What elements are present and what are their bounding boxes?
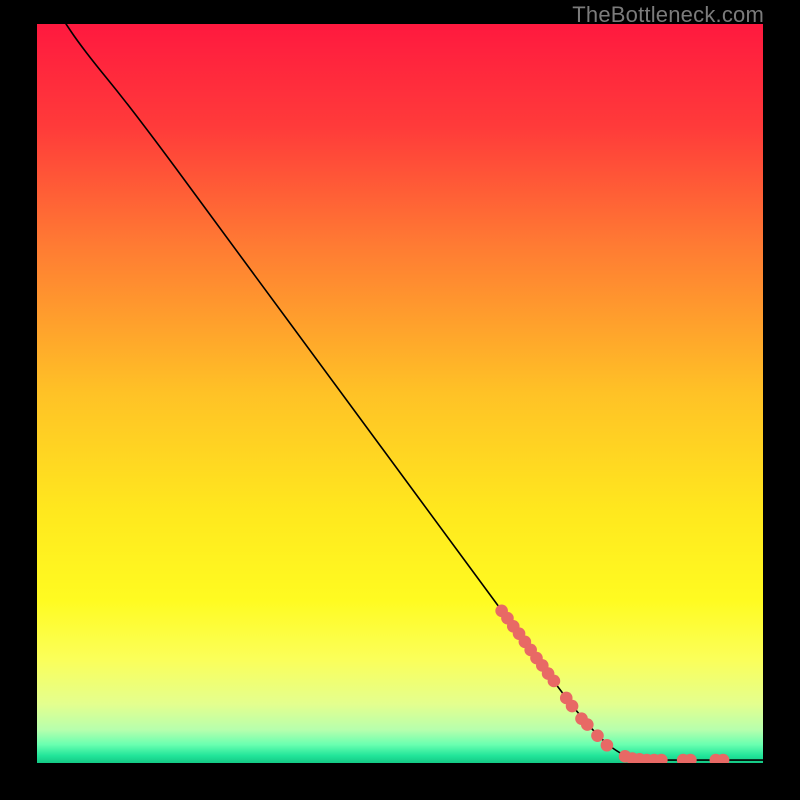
data-marker [581, 718, 594, 731]
chart-container: TheBottleneck.com [0, 0, 800, 800]
data-marker [601, 739, 614, 752]
data-marker [591, 729, 604, 742]
data-marker [548, 675, 561, 688]
data-marker [566, 700, 579, 713]
bottleneck-chart [37, 24, 763, 763]
gradient-background [37, 24, 763, 763]
